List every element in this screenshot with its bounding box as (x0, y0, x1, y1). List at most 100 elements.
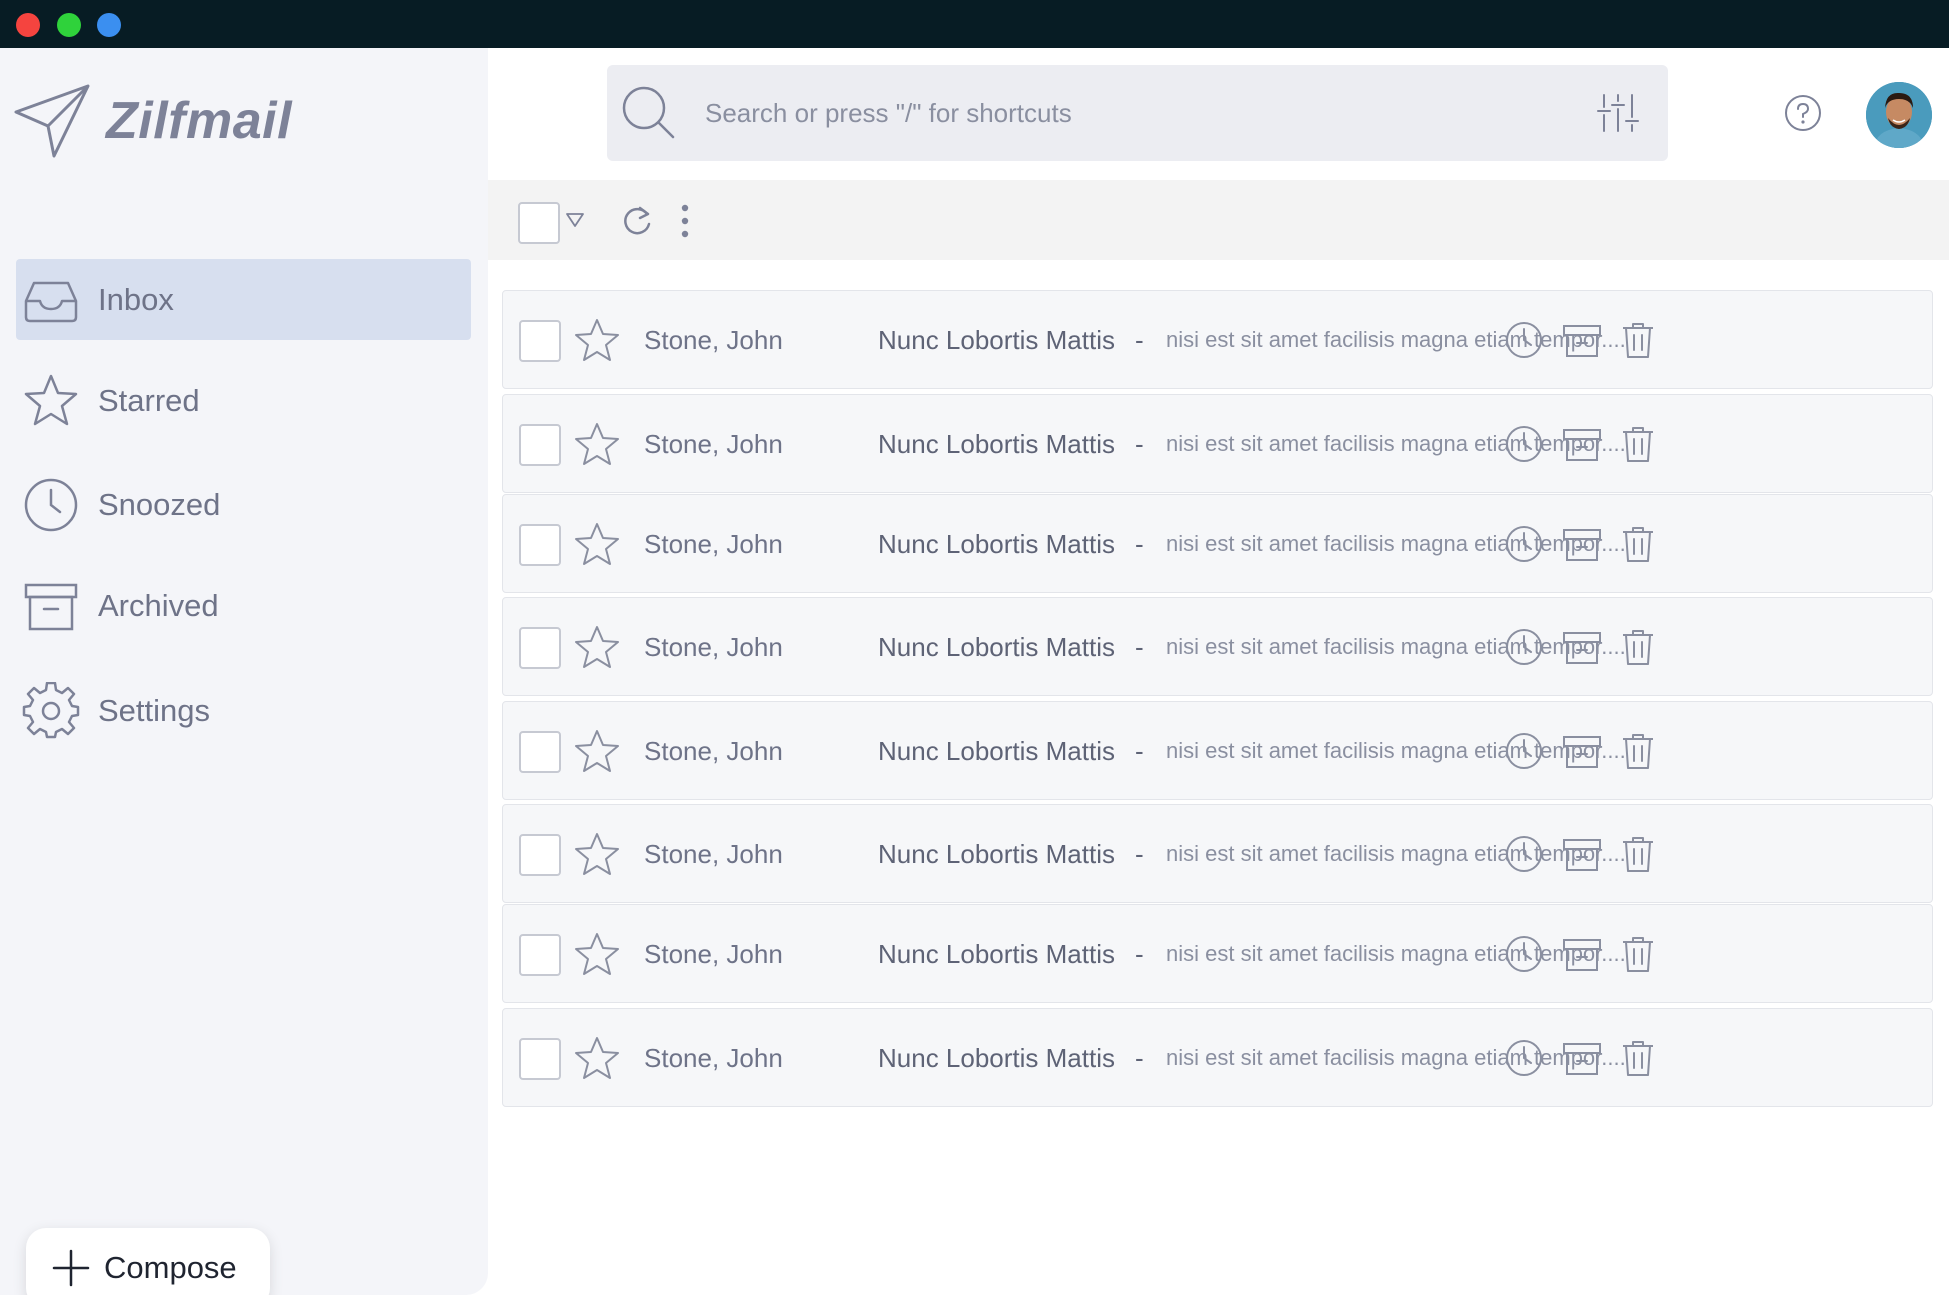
app-logo[interactable]: Zilfmail (12, 78, 292, 164)
row-checkbox[interactable] (519, 320, 561, 362)
star-icon[interactable] (573, 1035, 621, 1083)
search-input[interactable]: Search or press "/" for shortcuts (705, 98, 1596, 129)
email-snippet: nisi est sit amet facilisis magna etiam … (1166, 327, 1626, 352)
gear-icon (22, 681, 80, 740)
search-bar[interactable]: Search or press "/" for shortcuts (607, 65, 1668, 161)
star-icon[interactable] (573, 931, 621, 979)
email-separator: - (1135, 632, 1144, 662)
inbox-icon (22, 271, 80, 329)
snooze-clock-icon[interactable] (1503, 319, 1545, 361)
sidebar-item-inbox[interactable]: Inbox (16, 259, 471, 340)
archive-icon[interactable] (1561, 523, 1603, 565)
archive-icon[interactable] (1561, 423, 1603, 465)
list-toolbar (488, 180, 1949, 260)
trash-icon[interactable] (1617, 626, 1659, 668)
chevron-down-icon[interactable] (564, 208, 586, 230)
email-subject: Nunc Lobortis Mattis (878, 632, 1115, 662)
archive-icon[interactable] (1561, 833, 1603, 875)
row-checkbox[interactable] (519, 834, 561, 876)
archive-icon[interactable] (1561, 626, 1603, 668)
email-snippet: nisi est sit amet facilisis magna etiam … (1166, 431, 1626, 456)
email-snippet: nisi est sit amet facilisis magna etiam … (1166, 738, 1626, 763)
sidebar-item-starred[interactable]: Starred (16, 360, 471, 441)
sidebar-item-snoozed[interactable]: Snoozed (16, 464, 471, 545)
snooze-clock-icon[interactable] (1503, 423, 1545, 465)
sidebar-item-label: Starred (98, 382, 200, 418)
plus-icon (52, 1249, 90, 1287)
select-all-checkbox[interactable] (518, 202, 560, 244)
trash-icon[interactable] (1617, 423, 1659, 465)
minimize-window-button[interactable] (97, 13, 121, 37)
snooze-clock-icon[interactable] (1503, 626, 1545, 668)
email-separator: - (1135, 529, 1144, 559)
email-row[interactable]: Stone, John Nunc Lobortis Mattis - nisi … (502, 904, 1933, 1003)
email-sender: Stone, John (644, 529, 783, 559)
email-row[interactable]: Stone, John Nunc Lobortis Mattis - nisi … (502, 701, 1933, 800)
archive-icon[interactable] (1561, 933, 1603, 975)
email-row[interactable]: Stone, John Nunc Lobortis Mattis - nisi … (502, 804, 1933, 903)
snooze-clock-icon[interactable] (1503, 1037, 1545, 1079)
sidebar-item-archived[interactable]: Archived (16, 565, 471, 646)
email-subject: Nunc Lobortis Mattis (878, 1043, 1115, 1073)
trash-icon[interactable] (1617, 833, 1659, 875)
sidebar-item-label: Archived (98, 587, 219, 623)
star-icon[interactable] (573, 624, 621, 672)
search-icon[interactable] (619, 83, 679, 143)
avatar[interactable] (1866, 82, 1932, 148)
trash-icon[interactable] (1617, 933, 1659, 975)
close-window-button[interactable] (16, 13, 40, 37)
email-separator: - (1135, 939, 1144, 969)
row-checkbox[interactable] (519, 627, 561, 669)
email-sender: Stone, John (644, 325, 783, 355)
email-separator: - (1135, 325, 1144, 355)
email-snippet: nisi est sit amet facilisis magna etiam … (1166, 634, 1626, 659)
email-row[interactable]: Stone, John Nunc Lobortis Mattis - nisi … (502, 394, 1933, 493)
compose-button[interactable]: Compose (26, 1228, 270, 1295)
email-snippet: nisi est sit amet facilisis magna etiam … (1166, 841, 1626, 866)
trash-icon[interactable] (1617, 523, 1659, 565)
star-icon[interactable] (573, 831, 621, 879)
more-vertical-icon[interactable] (678, 202, 692, 240)
refresh-icon[interactable] (620, 204, 654, 238)
star-icon (22, 372, 80, 430)
email-row[interactable]: Stone, John Nunc Lobortis Mattis - nisi … (502, 290, 1933, 389)
star-icon[interactable] (573, 728, 621, 776)
app-name: Zilfmail (106, 92, 293, 150)
row-checkbox[interactable] (519, 424, 561, 466)
archive-icon[interactable] (1561, 730, 1603, 772)
snooze-clock-icon[interactable] (1503, 523, 1545, 565)
clock-icon (22, 476, 80, 534)
star-icon[interactable] (573, 421, 621, 469)
compose-label: Compose (104, 1250, 237, 1285)
email-row[interactable]: Stone, John Nunc Lobortis Mattis - nisi … (502, 1008, 1933, 1107)
star-icon[interactable] (573, 521, 621, 569)
sidebar-item-settings[interactable]: Settings (16, 670, 471, 751)
maximize-window-button[interactable] (57, 13, 81, 37)
email-sender: Stone, John (644, 939, 783, 969)
row-checkbox[interactable] (519, 934, 561, 976)
email-sender: Stone, John (644, 632, 783, 662)
trash-icon[interactable] (1617, 319, 1659, 361)
row-checkbox[interactable] (519, 731, 561, 773)
email-subject: Nunc Lobortis Mattis (878, 429, 1115, 459)
email-row[interactable]: Stone, John Nunc Lobortis Mattis - nisi … (502, 494, 1933, 593)
star-icon[interactable] (573, 317, 621, 365)
trash-icon[interactable] (1617, 730, 1659, 772)
email-subject: Nunc Lobortis Mattis (878, 325, 1115, 355)
email-separator: - (1135, 839, 1144, 869)
filter-sliders-icon[interactable] (1596, 91, 1640, 135)
email-subject: Nunc Lobortis Mattis (878, 939, 1115, 969)
archive-icon[interactable] (1561, 319, 1603, 361)
email-row[interactable]: Stone, John Nunc Lobortis Mattis - nisi … (502, 597, 1933, 696)
sidebar-item-label: Snoozed (98, 486, 221, 522)
archive-icon[interactable] (1561, 1037, 1603, 1079)
snooze-clock-icon[interactable] (1503, 730, 1545, 772)
row-checkbox[interactable] (519, 524, 561, 566)
help-icon[interactable] (1784, 94, 1822, 132)
snooze-clock-icon[interactable] (1503, 933, 1545, 975)
trash-icon[interactable] (1617, 1037, 1659, 1079)
snooze-clock-icon[interactable] (1503, 833, 1545, 875)
paper-plane-icon (14, 84, 90, 158)
row-checkbox[interactable] (519, 1038, 561, 1080)
archive-icon (22, 577, 80, 635)
